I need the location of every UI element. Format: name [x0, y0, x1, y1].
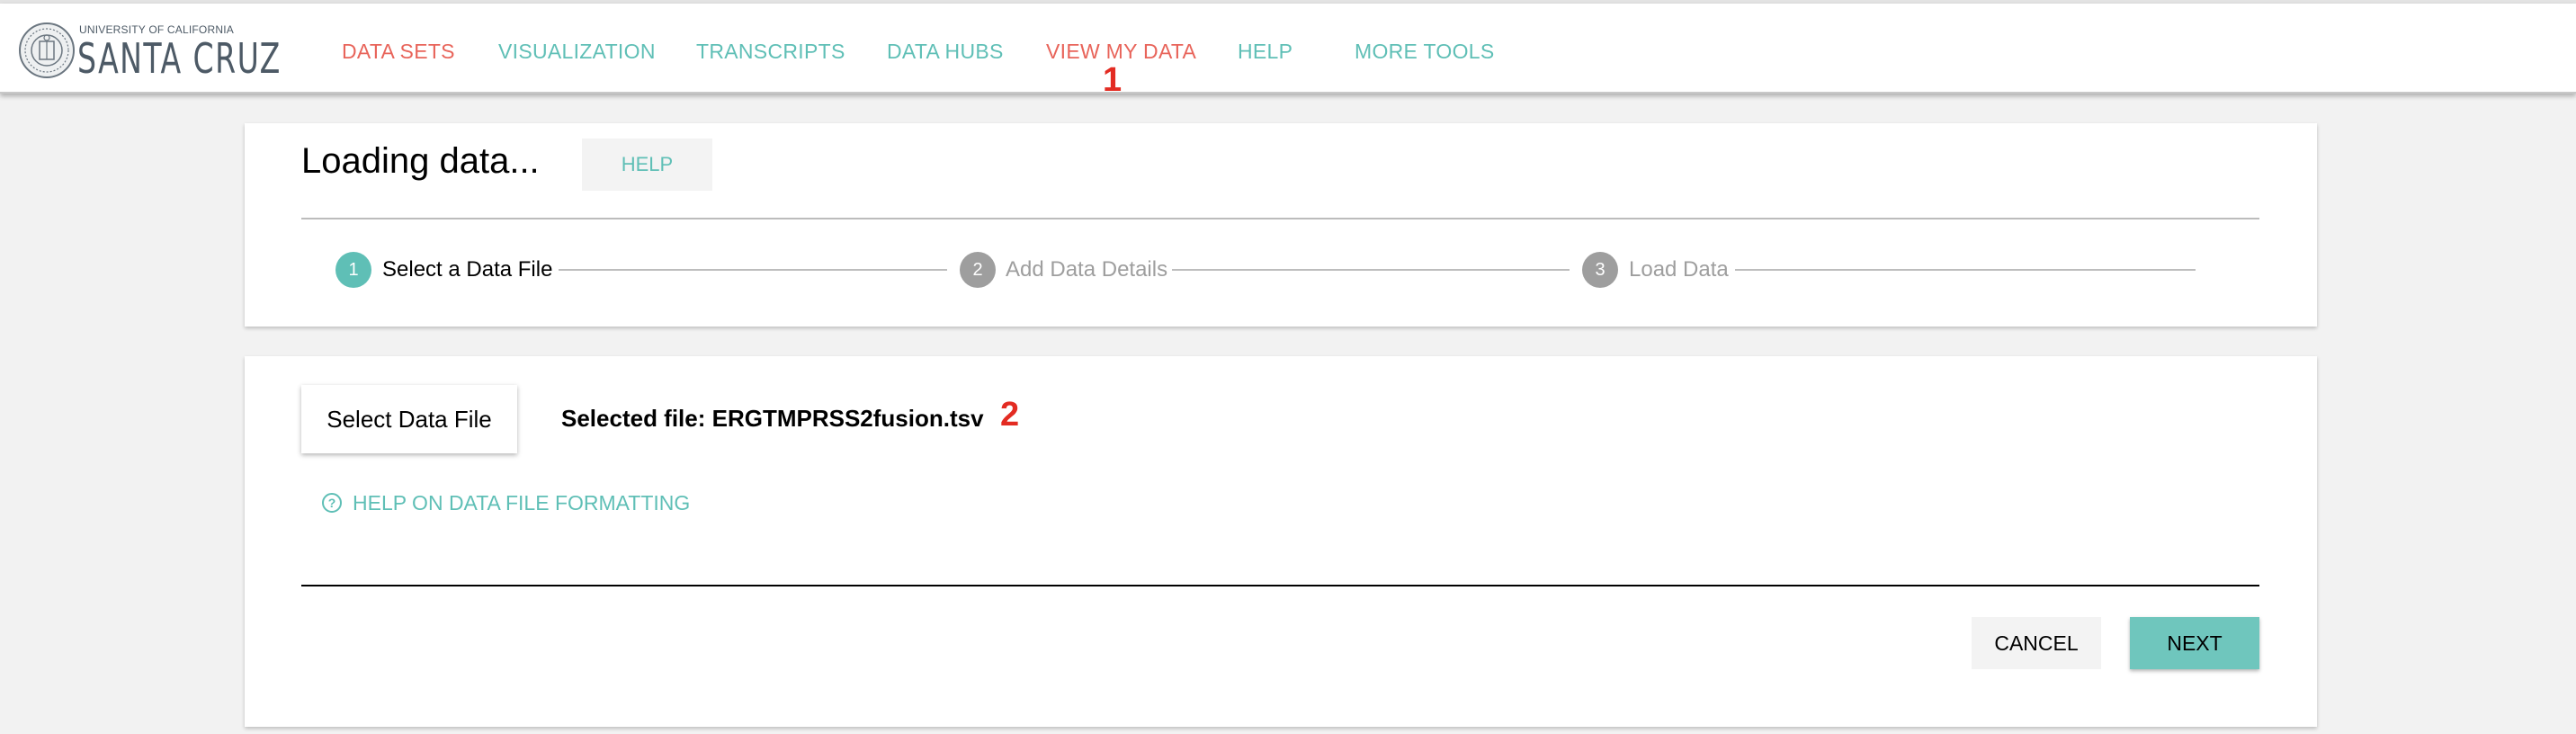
header-divider	[301, 218, 2259, 219]
nav-data-sets[interactable]: DATA SETS	[342, 40, 455, 64]
step-connector-2	[1172, 269, 1570, 271]
step-2-label[interactable]: Add Data Details	[1006, 257, 1167, 282]
form-divider	[301, 585, 2259, 586]
nav-help[interactable]: HELP	[1238, 40, 1292, 64]
nav-data-hubs[interactable]: DATA HUBS	[887, 40, 1004, 64]
annotation-marker-1: 1	[1103, 61, 1123, 99]
step-connector-3	[1735, 269, 2196, 271]
format-help-label: HELP ON DATA FILE FORMATTING	[353, 490, 691, 515]
step-connector-1	[559, 269, 947, 271]
nav-view-my-data[interactable]: VIEW MY DATA	[1046, 40, 1196, 64]
university-seal-icon	[19, 22, 75, 78]
help-button[interactable]: HELP	[582, 139, 712, 191]
step-3-label[interactable]: Load Data	[1629, 257, 1729, 282]
nav-transcripts[interactable]: TRANSCRIPTS	[696, 40, 845, 64]
next-button[interactable]: NEXT	[2130, 617, 2259, 669]
top-navbar: UNIVERSITY OF CALIFORNIA SANTA CRUZ DATA…	[0, 4, 2576, 99]
select-data-file-button[interactable]: Select Data File	[301, 385, 517, 453]
logo-campus-text: SANTA CRUZ	[77, 34, 282, 83]
cancel-button[interactable]: CANCEL	[1972, 617, 2101, 669]
nav-more-tools[interactable]: MORE TOOLS	[1355, 40, 1495, 64]
ucsc-logo[interactable]: UNIVERSITY OF CALIFORNIA SANTA CRUZ	[18, 20, 280, 81]
step-2-circle[interactable]: 2	[960, 252, 996, 288]
page-title: Loading data...	[301, 141, 540, 181]
selected-file-label: Selected file: ERGTMPRSS2fusion.tsv	[561, 405, 984, 432]
format-help-link[interactable]: ? HELP ON DATA FILE FORMATTING	[322, 489, 690, 516]
annotation-marker-2: 2	[1000, 396, 1020, 434]
help-circle-icon: ?	[322, 493, 342, 513]
step-1-circle[interactable]: 1	[335, 252, 371, 288]
wizard-header-card: Loading data... HELP 1 Select a Data Fil…	[245, 123, 2317, 327]
nav-visualization[interactable]: VISUALIZATION	[498, 40, 656, 64]
file-selection-card: Select Data File Selected file: ERGTMPRS…	[245, 356, 2317, 727]
step-3-circle[interactable]: 3	[1582, 252, 1618, 288]
step-1-label[interactable]: Select a Data File	[382, 257, 552, 282]
